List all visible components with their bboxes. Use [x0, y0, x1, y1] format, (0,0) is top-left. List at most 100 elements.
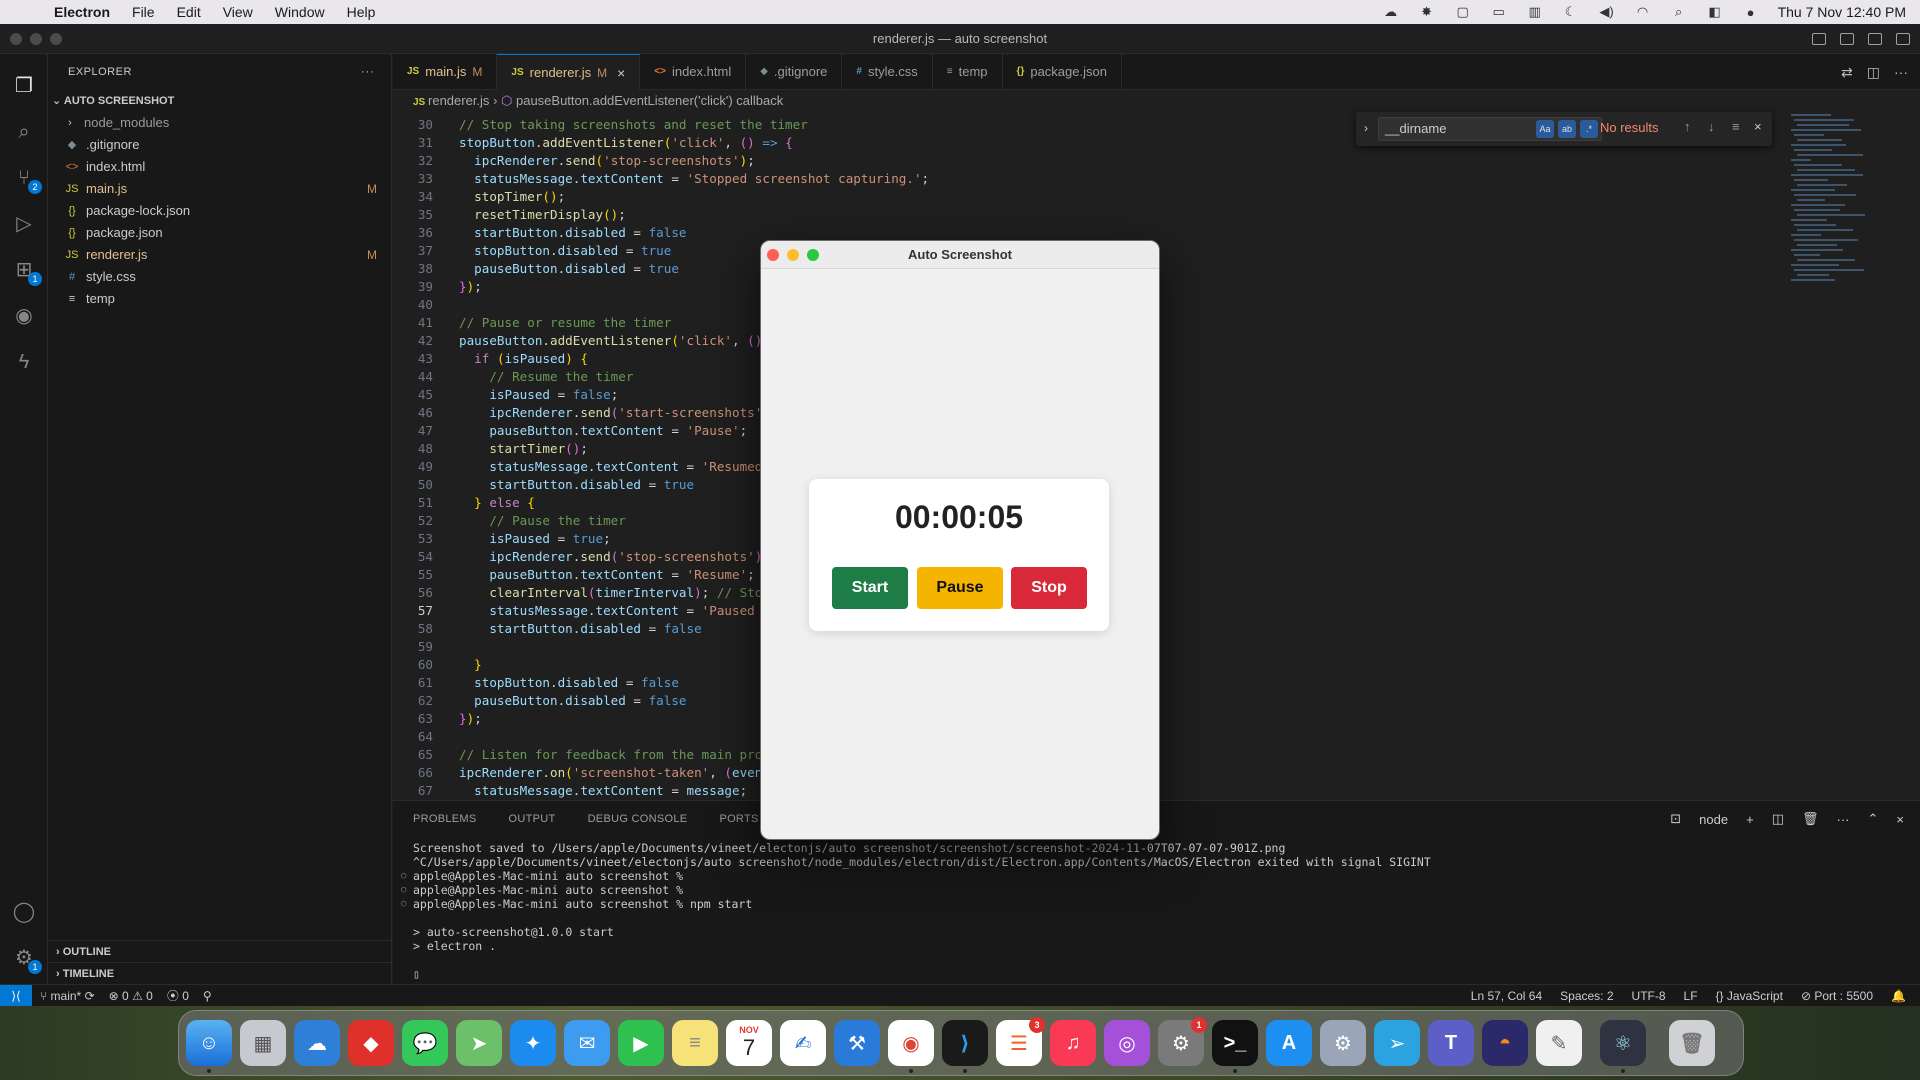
- minimap[interactable]: [1783, 112, 1920, 800]
- stage-manager-icon[interactable]: ▥: [1526, 4, 1544, 19]
- maximize-panel-icon[interactable]: ⌃: [1868, 811, 1879, 827]
- app-store-icon[interactable]: A: [1266, 1020, 1312, 1066]
- tree-item-style-css[interactable]: # style.css: [48, 266, 391, 288]
- outline-section[interactable]: › OUTLINE: [48, 940, 392, 962]
- focus-moon-icon[interactable]: ☾: [1562, 4, 1580, 19]
- tab-style-css[interactable]: # style.css: [842, 54, 933, 90]
- menu-app-name[interactable]: Electron: [54, 4, 110, 20]
- kill-terminal-icon[interactable]: 🗑: [1802, 811, 1819, 827]
- mail-icon[interactable]: ✉: [564, 1020, 610, 1066]
- project-folder-header[interactable]: ⌄ AUTO SCREENSHOT: [48, 90, 391, 112]
- anydesk-icon[interactable]: ◆: [348, 1020, 394, 1066]
- ports-status[interactable]: ⦿ 0: [167, 985, 189, 1007]
- close-find-icon[interactable]: ×: [1754, 119, 1762, 134]
- reminders-icon[interactable]: ☰ 3: [996, 1017, 1045, 1066]
- tab-ports[interactable]: PORTS: [719, 801, 758, 837]
- match-case-button[interactable]: Aa: [1536, 120, 1554, 138]
- terminal-output[interactable]: Screenshot saved to /Users/apple/Documen…: [401, 841, 1431, 981]
- next-match-icon[interactable]: ↓: [1708, 119, 1715, 134]
- menubar-datetime[interactable]: Thu 7 Nov 12:40 PM: [1778, 4, 1906, 20]
- encoding[interactable]: UTF-8: [1632, 985, 1666, 1007]
- tree-item-temp[interactable]: ≡ temp: [48, 288, 391, 310]
- liveshare-icon[interactable]: ⚲: [203, 985, 212, 1007]
- podcasts-icon[interactable]: ◎: [1104, 1020, 1150, 1066]
- command-decoration-icon[interactable]: ○: [401, 883, 406, 897]
- manage-gear-icon[interactable]: ⚙ 1: [12, 946, 42, 974]
- brightness-icon[interactable]: ✸: [1418, 4, 1436, 19]
- language-mode[interactable]: {} JavaScript: [1716, 985, 1783, 1007]
- maps-icon[interactable]: ➤: [456, 1020, 502, 1066]
- remote-explorer-icon[interactable]: ◉: [12, 304, 36, 328]
- menu-view[interactable]: View: [223, 4, 253, 20]
- zoom-window-button[interactable]: [807, 249, 819, 261]
- tab-problems[interactable]: PROBLEMS: [413, 801, 477, 837]
- tab-renderer-js[interactable]: JS renderer.js M ×: [497, 54, 641, 91]
- system-settings-icon[interactable]: ⚙ 1: [1158, 1017, 1207, 1066]
- menu-window[interactable]: Window: [275, 4, 325, 20]
- menu-help[interactable]: Help: [347, 4, 376, 20]
- find-in-selection-icon[interactable]: ≡: [1732, 119, 1740, 134]
- chrome-icon[interactable]: ◉: [888, 1020, 934, 1066]
- customize-layout-icon[interactable]: [1896, 33, 1910, 45]
- git-branch[interactable]: ⑂ main* ⟳: [40, 985, 95, 1007]
- more-actions-icon[interactable]: ···: [1837, 812, 1850, 827]
- toggle-primary-sidebar-icon[interactable]: [1812, 33, 1826, 45]
- launchpad-icon[interactable]: ▦: [240, 1020, 286, 1066]
- close-panel-icon[interactable]: ×: [1896, 812, 1904, 827]
- messages-icon[interactable]: 💬: [402, 1020, 448, 1066]
- tree-item-index-html[interactable]: <> index.html: [48, 156, 391, 178]
- firefox-icon[interactable]: ◓: [1482, 1020, 1528, 1066]
- live-server-status[interactable]: ⊘ Port : 5500: [1801, 985, 1873, 1007]
- remote-indicator-icon[interactable]: ⟩⟨: [0, 985, 32, 1007]
- safari-icon[interactable]: ✦: [510, 1020, 556, 1066]
- tree-item-main-js[interactable]: JS main.js M: [48, 178, 391, 200]
- zoom-window-button[interactable]: [50, 33, 62, 45]
- toggle-panel-icon[interactable]: [1840, 33, 1854, 45]
- siri-icon[interactable]: ●: [1742, 5, 1760, 20]
- calendar-icon[interactable]: NOV 7: [726, 1020, 772, 1066]
- previous-match-icon[interactable]: ↑: [1684, 119, 1691, 134]
- vscode-icon[interactable]: ⟩: [942, 1020, 988, 1066]
- minimize-window-button[interactable]: [30, 33, 42, 45]
- finder-icon[interactable]: ☺: [186, 1020, 232, 1066]
- teams-icon[interactable]: T: [1428, 1020, 1474, 1066]
- start-button[interactable]: Start: [832, 567, 908, 609]
- pause-button[interactable]: Pause: [917, 567, 1003, 609]
- spotlight-search-icon[interactable]: ⌕: [1670, 4, 1688, 19]
- problems-status[interactable]: ⊗ 0 ⚠ 0: [109, 985, 153, 1007]
- tab-package-json[interactable]: {} package.json: [1003, 54, 1122, 90]
- textedit-icon[interactable]: ✎: [1536, 1020, 1582, 1066]
- tab-gitignore[interactable]: ◆ .gitignore: [746, 54, 843, 90]
- indentation[interactable]: Spaces: 2: [1560, 985, 1613, 1007]
- extensions-icon[interactable]: ⊞ 1: [12, 258, 42, 286]
- notes-icon[interactable]: ≡: [672, 1020, 718, 1066]
- tab-temp[interactable]: ≡ temp: [933, 54, 1003, 90]
- display-icon[interactable]: ▭: [1490, 4, 1508, 19]
- run-debug-icon[interactable]: ▷: [12, 212, 36, 236]
- menu-edit[interactable]: Edit: [177, 4, 201, 20]
- utility-gear-icon[interactable]: ⚙: [1320, 1020, 1366, 1066]
- facetime-icon[interactable]: ▶: [618, 1020, 664, 1066]
- toggle-replace-icon[interactable]: ›: [1364, 121, 1368, 135]
- volume-icon[interactable]: ◀): [1598, 4, 1616, 19]
- tree-item-node-modules[interactable]: › node_modules: [48, 112, 391, 134]
- menu-file[interactable]: File: [132, 4, 155, 20]
- onedrive-icon[interactable]: ☁: [294, 1020, 340, 1066]
- wifi-icon[interactable]: ◠: [1634, 4, 1652, 19]
- tab-main-js[interactable]: JS main.js M: [393, 54, 498, 90]
- minimize-window-button[interactable]: [787, 249, 799, 261]
- timeline-section[interactable]: › TIMELINE: [48, 962, 392, 984]
- command-decoration-icon[interactable]: ○: [401, 869, 406, 883]
- music-icon[interactable]: ♫: [1050, 1020, 1096, 1066]
- breadcrumb-file[interactable]: renderer.js: [428, 93, 489, 108]
- tab-index-html[interactable]: <> index.html: [640, 54, 747, 90]
- explorer-icon[interactable]: ❐: [12, 74, 36, 98]
- control-center-icon[interactable]: ◧: [1706, 4, 1724, 19]
- close-tab-icon[interactable]: ×: [617, 55, 625, 91]
- compare-changes-icon[interactable]: ⇄: [1841, 54, 1853, 90]
- tree-item-renderer-js[interactable]: JS renderer.js M: [48, 244, 391, 266]
- terminal-icon[interactable]: >_: [1212, 1020, 1258, 1066]
- tab-debug-console[interactable]: DEBUG CONSOLE: [588, 801, 688, 837]
- tree-item-package-json[interactable]: {} package.json: [48, 222, 391, 244]
- more-actions-icon[interactable]: ···: [361, 54, 375, 90]
